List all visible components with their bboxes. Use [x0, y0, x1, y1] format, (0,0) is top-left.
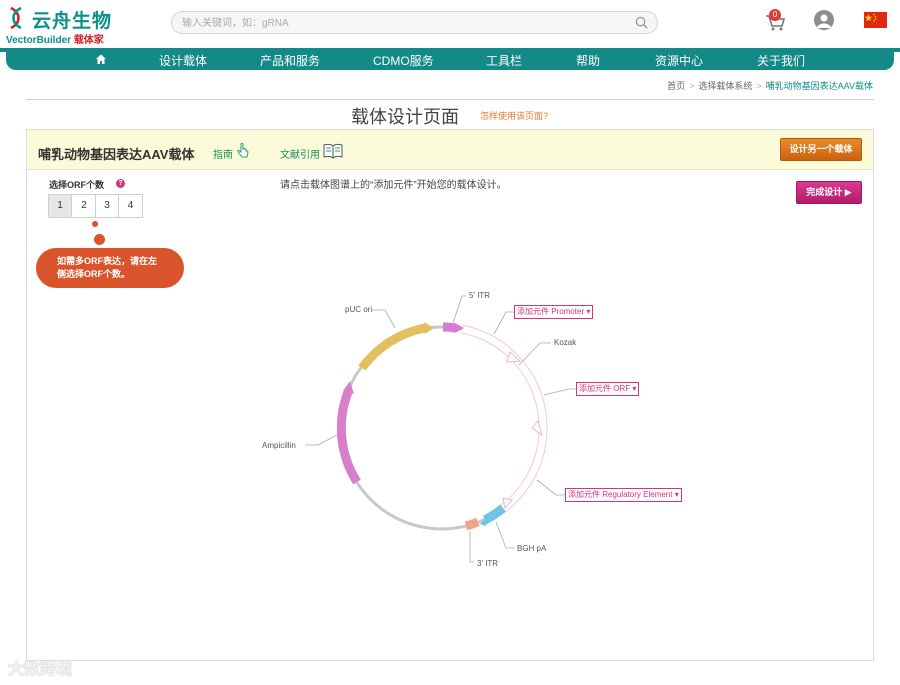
- add-orf-button[interactable]: 添加元件 ORF ▾: [576, 382, 640, 396]
- puc-ori-arrowhead: [424, 322, 434, 334]
- add-regulatory-element-button[interactable]: 添加元件 Regulatory Element ▾: [565, 488, 682, 502]
- label-5-itr[interactable]: 5' ITR: [469, 291, 490, 300]
- placeholder-region[interactable]: [461, 324, 548, 523]
- label-puc-ori[interactable]: pUC ori: [345, 305, 372, 314]
- label-3-itr[interactable]: 3' ITR: [477, 559, 498, 568]
- label-kozak[interactable]: Kozak: [554, 338, 577, 347]
- add-promoter-button[interactable]: 添加元件 Promoter ▾: [514, 305, 594, 319]
- label-bgh-pa[interactable]: BGH pA: [517, 544, 547, 553]
- puc-ori-feature[interactable]: [358, 323, 426, 371]
- itr3-feature[interactable]: [464, 517, 480, 531]
- label-ampicillin[interactable]: Ampicillin: [262, 441, 296, 450]
- ampicillin-feature[interactable]: [336, 390, 361, 485]
- plasmid-map: pUC ori 5' ITR Kozak Ampicillin BGH pA 3…: [262, 291, 578, 568]
- watermark-logo: 大数跨境: [8, 661, 73, 678]
- itr5-feature[interactable]: [442, 322, 457, 333]
